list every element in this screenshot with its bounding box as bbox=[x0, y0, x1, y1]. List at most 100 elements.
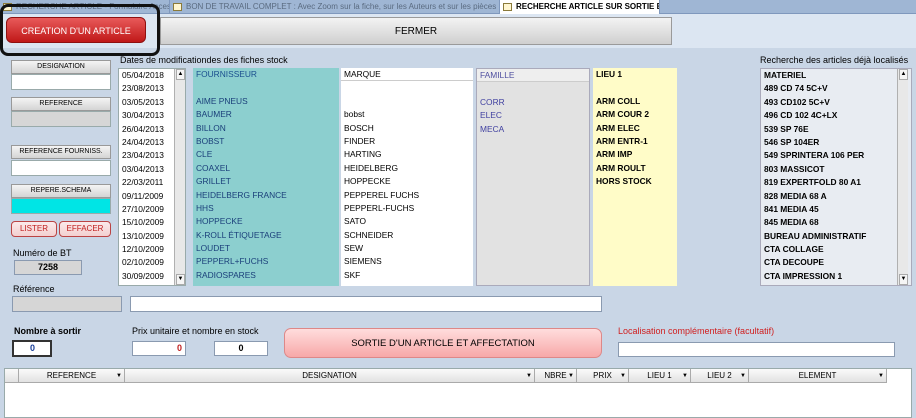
list-item[interactable]: bobst bbox=[341, 108, 473, 121]
dropdown-icon[interactable]: ▼ bbox=[878, 369, 884, 383]
list-item[interactable]: LOUDET bbox=[193, 242, 339, 255]
lister-button[interactable]: LISTER bbox=[11, 221, 57, 237]
nombre-input[interactable]: 0 bbox=[12, 340, 52, 357]
list-item[interactable] bbox=[341, 81, 473, 94]
table-header-element[interactable]: ELEMENT ▼ bbox=[749, 369, 887, 383]
sortie-article-button[interactable]: SORTIE D'UN ARTICLE ET AFFECTATION bbox=[284, 328, 602, 358]
list-item[interactable]: CLE bbox=[193, 148, 339, 161]
list-item[interactable]: CTA DECOUPE bbox=[761, 256, 911, 269]
list-item[interactable]: CTA IMPRESSION 1 bbox=[761, 270, 911, 283]
dates-scrollbar[interactable]: ▲ ▼ bbox=[174, 69, 185, 285]
list-item[interactable] bbox=[477, 82, 589, 95]
table-header-nbre[interactable]: NBRE ▼ bbox=[535, 369, 577, 383]
list-item[interactable]: 803 MASSICOT bbox=[761, 163, 911, 176]
list-item[interactable]: HOPPECKE bbox=[193, 215, 339, 228]
list-item[interactable] bbox=[193, 81, 339, 94]
list-item[interactable] bbox=[341, 95, 473, 108]
reference-input[interactable] bbox=[11, 111, 111, 127]
scroll-down-icon[interactable]: ▼ bbox=[899, 274, 908, 285]
localisation-input[interactable] bbox=[618, 342, 895, 357]
list-item[interactable]: HEIDELBERG bbox=[341, 162, 473, 175]
fournisseur-list[interactable]: FOURNISSEUR AIME PNEUS BAUMER BILLON BOBST C… bbox=[193, 68, 339, 286]
tab-recherche-sortie-bt[interactable]: RECHERCHE ARTICLE SUR SORTIE BT bbox=[500, 0, 660, 14]
table-header-reference[interactable]: REFERENCE ▼ bbox=[19, 369, 125, 383]
articles-table[interactable]: REFERENCE ▼ DESIGNATION ▼ NBRE ▼ PRIX ▼ LIEU… bbox=[4, 368, 912, 418]
table-header-designation[interactable]: DESIGNATION ▼ bbox=[125, 369, 535, 383]
ref-fourniss-input[interactable] bbox=[11, 160, 111, 176]
table-header-lieu1[interactable]: LIEU 1 ▼ bbox=[629, 369, 691, 383]
list-item[interactable]: HARTING bbox=[341, 148, 473, 161]
list-item[interactable]: BOSCH bbox=[341, 122, 473, 135]
list-item[interactable]: 546 SP 104ER bbox=[761, 136, 911, 149]
dropdown-icon[interactable]: ▼ bbox=[682, 369, 688, 383]
scroll-up-icon[interactable]: ▲ bbox=[176, 69, 185, 80]
list-item[interactable]: PEPPERL-FUCHS bbox=[341, 202, 473, 215]
list-item[interactable]: PEPPEREL FUCHS bbox=[341, 189, 473, 202]
list-item[interactable]: HHS bbox=[193, 202, 339, 215]
list-item[interactable]: 828 MEDIA 68 A bbox=[761, 190, 911, 203]
list-item[interactable]: 489 CD 74 5C+V bbox=[761, 82, 911, 95]
list-item[interactable]: SATO bbox=[341, 215, 473, 228]
scroll-up-icon[interactable]: ▲ bbox=[899, 69, 908, 80]
ref-fourniss-button[interactable]: REFERENCE FOURNISS. bbox=[11, 145, 111, 159]
designation-input[interactable] bbox=[11, 74, 111, 90]
table-header-lieu2[interactable]: LIEU 2 ▼ bbox=[691, 369, 749, 383]
list-item[interactable]: RADIOSPARES bbox=[193, 269, 339, 282]
list-item[interactable]: CTA COLLAGE bbox=[761, 243, 911, 256]
reference-button[interactable]: REFERENCE bbox=[11, 97, 111, 111]
table-header-prix[interactable]: PRIX ▼ bbox=[577, 369, 629, 383]
list-item[interactable]: ARM ELEC bbox=[593, 122, 677, 135]
list-item[interactable]: ARM ENTR-1 bbox=[593, 135, 677, 148]
tab-bon-de-travail[interactable]: BON DE TRAVAIL COMPLET : Avec Zoom sur l… bbox=[170, 0, 500, 14]
dropdown-icon[interactable]: ▼ bbox=[568, 369, 574, 383]
designation-button[interactable]: DESIGNATION bbox=[11, 60, 111, 74]
list-item[interactable]: 819 EXPERTFOLD 80 A1 bbox=[761, 176, 911, 189]
list-item[interactable]: HOPPECKE bbox=[341, 175, 473, 188]
dropdown-icon[interactable]: ▼ bbox=[620, 369, 626, 383]
list-item[interactable]: PEPPERL+FUCHS bbox=[193, 255, 339, 268]
reference-field[interactable] bbox=[12, 296, 122, 312]
list-item[interactable]: 549 SPRINTERA 106 PER bbox=[761, 149, 911, 162]
dropdown-icon[interactable]: ▼ bbox=[526, 369, 532, 383]
list-item[interactable]: FINDER bbox=[341, 135, 473, 148]
list-item[interactable]: SIEMENS bbox=[341, 255, 473, 268]
list-item[interactable]: 841 MEDIA 45 bbox=[761, 203, 911, 216]
list-item[interactable] bbox=[593, 81, 677, 94]
list-item[interactable]: ARM COUR 2 bbox=[593, 108, 677, 121]
list-item[interactable]: ARM COLL bbox=[593, 95, 677, 108]
list-item[interactable]: HEIDELBERG FRANCE bbox=[193, 189, 339, 202]
list-item[interactable]: SCHNEIDER bbox=[341, 229, 473, 242]
list-item[interactable]: 496 CD 102 4C+LX bbox=[761, 109, 911, 122]
dropdown-icon[interactable]: ▼ bbox=[116, 369, 122, 383]
list-item[interactable]: ARM ROULT bbox=[593, 162, 677, 175]
list-item[interactable]: 845 MEDIA 68 bbox=[761, 216, 911, 229]
list-item[interactable]: 539 SP 76E bbox=[761, 123, 911, 136]
list-item[interactable]: BILLON bbox=[193, 122, 339, 135]
materiel-list[interactable]: MATERIEL 489 CD 74 5C+V 493 CD102 5C+V 496… bbox=[760, 68, 912, 286]
list-item[interactable]: SEW bbox=[341, 242, 473, 255]
list-item[interactable]: 493 CD102 5C+V bbox=[761, 96, 911, 109]
list-item[interactable]: ELEC bbox=[477, 109, 589, 122]
lieu-list[interactable]: LIEU 1 ARM COLL ARM COUR 2 ARM ELEC ARM ENT… bbox=[593, 68, 677, 286]
list-item[interactable]: MECA bbox=[477, 123, 589, 136]
dropdown-icon[interactable]: ▼ bbox=[740, 369, 746, 383]
list-item[interactable]: ARM IMP bbox=[593, 148, 677, 161]
list-item[interactable]: HORS STOCK bbox=[593, 175, 677, 188]
description-field[interactable] bbox=[130, 296, 602, 312]
list-item[interactable]: CORR bbox=[477, 96, 589, 109]
list-item[interactable]: GRILLET bbox=[193, 175, 339, 188]
list-item[interactable]: COAXEL bbox=[193, 162, 339, 175]
famille-list[interactable]: FAMILLE CORR ELEC MECA bbox=[476, 68, 590, 286]
list-item[interactable]: BAUMER bbox=[193, 108, 339, 121]
effacer-button[interactable]: EFFACER bbox=[59, 221, 111, 237]
list-item[interactable]: AIME PNEUS bbox=[193, 95, 339, 108]
materiel-scrollbar[interactable]: ▲ ▼ bbox=[897, 69, 908, 285]
repere-schema-button[interactable]: REPERE.SCHEMA bbox=[11, 184, 111, 198]
scroll-down-icon[interactable]: ▼ bbox=[176, 274, 185, 285]
list-item[interactable]: BOBST bbox=[193, 135, 339, 148]
list-item[interactable]: BUREAU ADMINISTRATIF bbox=[761, 230, 911, 243]
close-button[interactable]: FERMER bbox=[160, 17, 672, 45]
list-item[interactable]: SKF bbox=[341, 269, 473, 282]
list-item[interactable]: K-ROLL ÉTIQUETAGE bbox=[193, 229, 339, 242]
repere-schema-input[interactable] bbox=[11, 198, 111, 214]
